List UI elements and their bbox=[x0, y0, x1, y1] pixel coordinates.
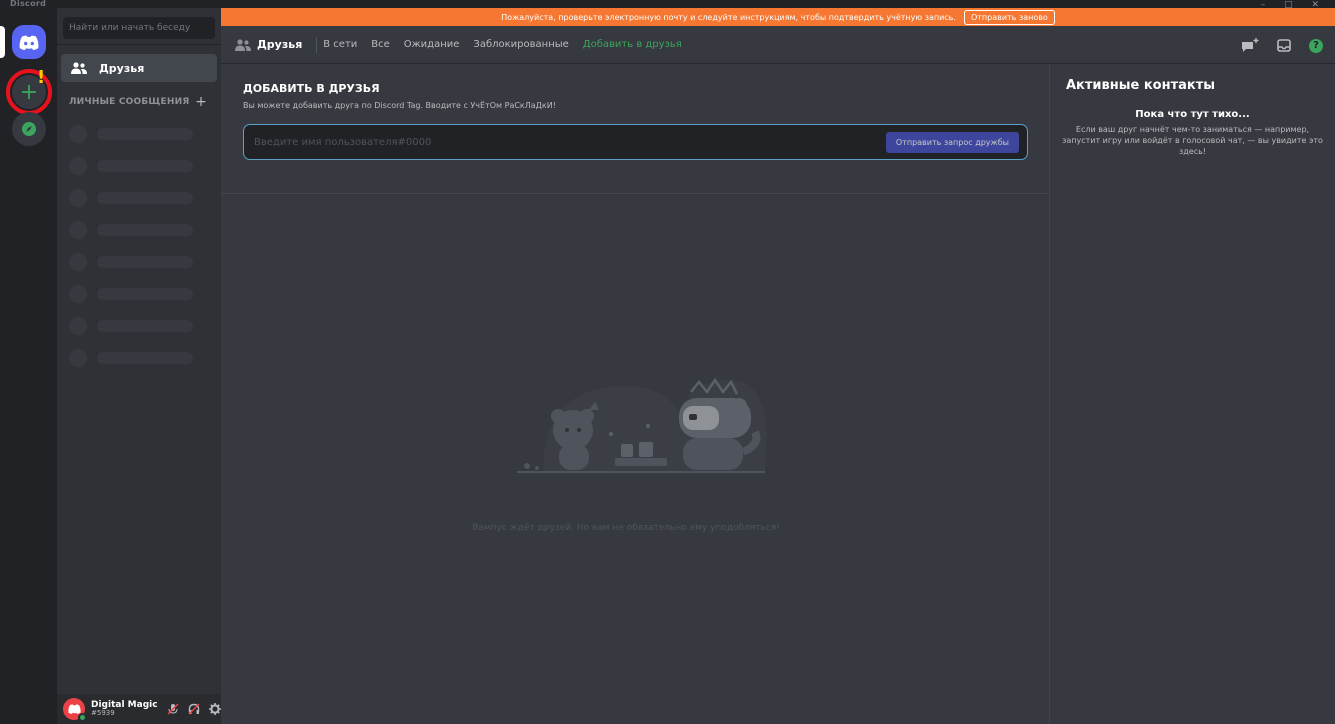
send-friend-request-button[interactable]: Отправить запрос дружбы bbox=[885, 131, 1019, 153]
tab-blocked[interactable]: Заблокированные bbox=[473, 39, 568, 50]
dm-skeleton bbox=[57, 246, 221, 278]
tab-add-friend[interactable]: Добавить в друзья bbox=[583, 39, 682, 50]
tab-pending[interactable]: Ожидание bbox=[404, 39, 460, 50]
avatar[interactable] bbox=[63, 698, 87, 722]
inbox-icon[interactable] bbox=[1277, 39, 1291, 52]
empty-state-text: Вампус ждёт друзей. Но вам не обязательн… bbox=[472, 523, 780, 533]
mute-microphone-icon[interactable] bbox=[167, 703, 179, 715]
friends-toolbar: Друзья В сети Все Ожидание Заблокированн… bbox=[221, 26, 1335, 64]
help-icon[interactable]: ? bbox=[1309, 38, 1323, 53]
tab-all[interactable]: Все bbox=[371, 39, 390, 50]
friends-icon bbox=[71, 62, 87, 74]
server-list: + ! bbox=[0, 8, 57, 724]
wumpus-illustration bbox=[517, 377, 767, 473]
search-area bbox=[57, 8, 221, 45]
dm-header-label: ЛИЧНЫЕ СООБЩЕНИЯ bbox=[69, 97, 190, 107]
deafen-headphones-icon[interactable] bbox=[188, 703, 200, 715]
dm-sidebar: Друзья ЛИЧНЫЕ СООБЩЕНИЯ + Digital Magic … bbox=[57, 8, 221, 724]
user-controls bbox=[167, 703, 221, 715]
title-bar: Discord – □ ✕ bbox=[0, 0, 1335, 10]
compass-icon bbox=[22, 122, 36, 136]
search-input[interactable] bbox=[63, 17, 215, 39]
resend-verification-button[interactable]: Отправить заново bbox=[963, 9, 1055, 25]
dm-skeleton bbox=[57, 182, 221, 214]
main-panel: Пожалуйста, проверьте электронную почту … bbox=[221, 8, 1335, 724]
add-friend-title: ДОБАВИТЬ В ДРУЗЬЯ bbox=[243, 82, 380, 95]
add-friend-form: Отправить запрос дружбы bbox=[243, 124, 1028, 160]
create-dm-button[interactable]: + bbox=[195, 94, 207, 110]
add-friend-section: ДОБАВИТЬ В ДРУЗЬЯ Вы можете добавить дру… bbox=[221, 64, 1049, 194]
settings-gear-icon[interactable] bbox=[208, 703, 221, 715]
verify-email-banner: Пожалуйста, проверьте электронную почту … bbox=[221, 8, 1335, 26]
user-tag: #5939 bbox=[91, 709, 115, 718]
dm-skeleton bbox=[57, 118, 221, 150]
user-info[interactable]: Digital Magic #5939 bbox=[91, 700, 158, 718]
tab-online[interactable]: В сети bbox=[323, 39, 357, 50]
discord-logo-icon bbox=[67, 704, 81, 714]
home-indicator bbox=[0, 26, 5, 58]
friends-icon bbox=[235, 38, 251, 51]
dm-list-placeholder bbox=[57, 118, 221, 374]
exclamation-annotation: ! bbox=[37, 67, 46, 88]
online-status-badge bbox=[78, 713, 87, 722]
active-now-panel: Активные контакты Пока что тут тихо... Е… bbox=[1049, 64, 1335, 724]
dm-header: ЛИЧНЫЕ СООБЩЕНИЯ + bbox=[69, 94, 207, 110]
dm-skeleton bbox=[57, 214, 221, 246]
add-friend-description: Вы можете добавить друга по Discord Tag.… bbox=[243, 101, 556, 110]
home-button[interactable] bbox=[12, 25, 46, 59]
sidebar-item-friends[interactable]: Друзья bbox=[61, 54, 217, 82]
friends-title: Друзья bbox=[235, 38, 302, 51]
dm-skeleton bbox=[57, 310, 221, 342]
friends-label: Друзья bbox=[99, 61, 145, 75]
active-now-title: Активные контакты bbox=[1066, 78, 1215, 93]
active-now-empty-title: Пока что тут тихо... bbox=[1135, 109, 1250, 120]
dm-skeleton bbox=[57, 342, 221, 374]
username-input[interactable] bbox=[254, 136, 886, 148]
dm-skeleton bbox=[57, 278, 221, 310]
explore-servers-button[interactable] bbox=[12, 112, 46, 146]
toolbar-actions: ? bbox=[1241, 38, 1323, 53]
app-name: Discord bbox=[10, 0, 47, 8]
verify-banner-text: Пожалуйста, проверьте электронную почту … bbox=[501, 12, 956, 22]
dm-skeleton bbox=[57, 150, 221, 182]
new-group-dm-icon[interactable] bbox=[1241, 38, 1259, 53]
divider bbox=[316, 36, 318, 53]
user-panel: Digital Magic #5939 bbox=[57, 694, 221, 724]
friends-content: ДОБАВИТЬ В ДРУЗЬЯ Вы можете добавить дру… bbox=[221, 64, 1049, 724]
discord-logo-icon bbox=[19, 35, 39, 50]
active-now-empty-description: Если ваш друг начнёт чем-то заниматься —… bbox=[1062, 125, 1323, 156]
friends-title-label: Друзья bbox=[257, 38, 303, 51]
